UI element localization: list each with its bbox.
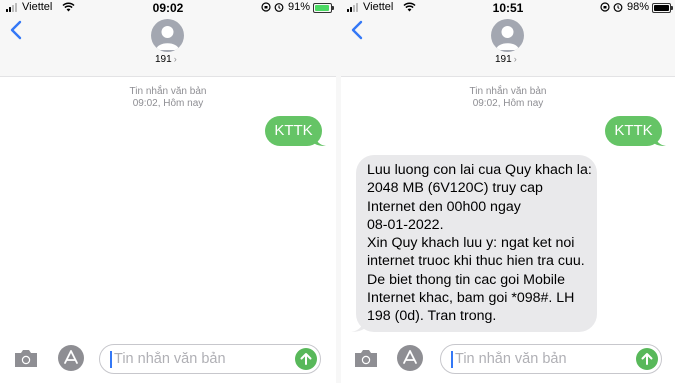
back-chevron-icon[interactable]	[9, 20, 23, 40]
battery-percent: 98%	[626, 1, 649, 13]
send-button[interactable]	[295, 348, 317, 370]
contact-chevron: ›	[513, 54, 517, 64]
message-line: Internet den 00h00 ngay	[367, 198, 521, 215]
text-caret	[110, 351, 112, 368]
alarm-icon	[613, 3, 623, 12]
battery-fill	[654, 5, 669, 11]
incoming-message[interactable]: Luu luong con lai cua Quy khach la: 2048…	[351, 155, 597, 332]
thread-timestamp: 09:02, Hôm nay	[132, 98, 204, 109]
contact-chevron: ›	[173, 54, 177, 64]
message-input[interactable]	[455, 349, 625, 369]
conversation-header: Viettel 10:51 98% 191 ›	[341, 0, 675, 77]
send-arrow-icon	[300, 353, 312, 365]
battery-percent: 91%	[287, 1, 310, 13]
message-line: Xin Quy khach luu y: ngat ket noi	[367, 235, 575, 252]
conversation-header: Viettel 09:02 91% 191 ›	[0, 0, 336, 77]
send-button[interactable]	[636, 348, 658, 370]
contact-name[interactable]: 191 ›	[495, 54, 517, 65]
lock-rotation-icon	[600, 2, 610, 12]
thread-type-label: Tin nhắn văn bản	[469, 86, 547, 97]
message-input-field[interactable]	[99, 344, 321, 374]
status-time: 09:02	[152, 1, 184, 15]
contact-number: 191	[495, 54, 512, 65]
bubble-tail	[654, 134, 666, 146]
phone-screen-left: Viettel 09:02 91% 191 › Tin nhắn văn bản …	[0, 0, 336, 383]
message-text: KTTK	[614, 122, 653, 139]
thread-type-label: Tin nhắn văn bản	[129, 86, 207, 97]
back-chevron-icon[interactable]	[350, 20, 364, 40]
message-line: Internet khac, bam goi *098#. LH	[367, 290, 575, 307]
battery-fill	[315, 5, 329, 11]
message-line: De biet thong tin cac goi Mobile	[367, 271, 565, 288]
contact-name[interactable]: 191 ›	[155, 54, 177, 65]
thread-timestamp: 09:02, Hôm nay	[472, 98, 544, 109]
app-store-icon[interactable]	[58, 345, 84, 371]
app-store-icon[interactable]	[397, 345, 423, 371]
camera-icon[interactable]	[13, 348, 39, 368]
phone-screen-right: Viettel 10:51 98% 191 › Tin nhắn văn bản …	[341, 0, 675, 383]
send-arrow-icon	[641, 353, 653, 365]
bubble-tail	[351, 318, 365, 332]
message-text: KTTK	[274, 122, 313, 139]
message-input[interactable]	[114, 349, 284, 369]
status-time: 10:51	[492, 1, 524, 15]
message-line: internet truoc khi thuc hien tra cuu.	[367, 253, 585, 270]
outgoing-message[interactable]: KTTK	[265, 116, 326, 146]
message-line: 2048 MB (6V120C) truy cap	[367, 180, 543, 197]
lock-rotation-icon	[261, 2, 271, 12]
battery-icon	[652, 3, 673, 13]
message-line: Luu luong con lai cua Quy khach la:	[367, 162, 592, 178]
text-caret	[451, 351, 453, 368]
status-bar: Viettel 10:51 98%	[341, 0, 675, 16]
battery-icon	[313, 3, 334, 13]
status-bar: Viettel 09:02 91%	[0, 0, 336, 16]
message-line: 198 (0d). Tran trong.	[367, 308, 497, 325]
alarm-icon	[274, 3, 284, 12]
camera-icon[interactable]	[353, 348, 379, 368]
message-line: 08-01-2022.	[367, 216, 444, 233]
message-body: Luu luong con lai cua Quy khach la: 2048…	[367, 161, 592, 326]
message-input-field[interactable]	[440, 344, 662, 374]
outgoing-message[interactable]: KTTK	[605, 116, 666, 146]
contact-number: 191	[155, 54, 172, 65]
avatar-person-icon[interactable]	[491, 19, 524, 52]
bubble-tail	[314, 134, 326, 146]
avatar-person-icon[interactable]	[151, 19, 184, 52]
